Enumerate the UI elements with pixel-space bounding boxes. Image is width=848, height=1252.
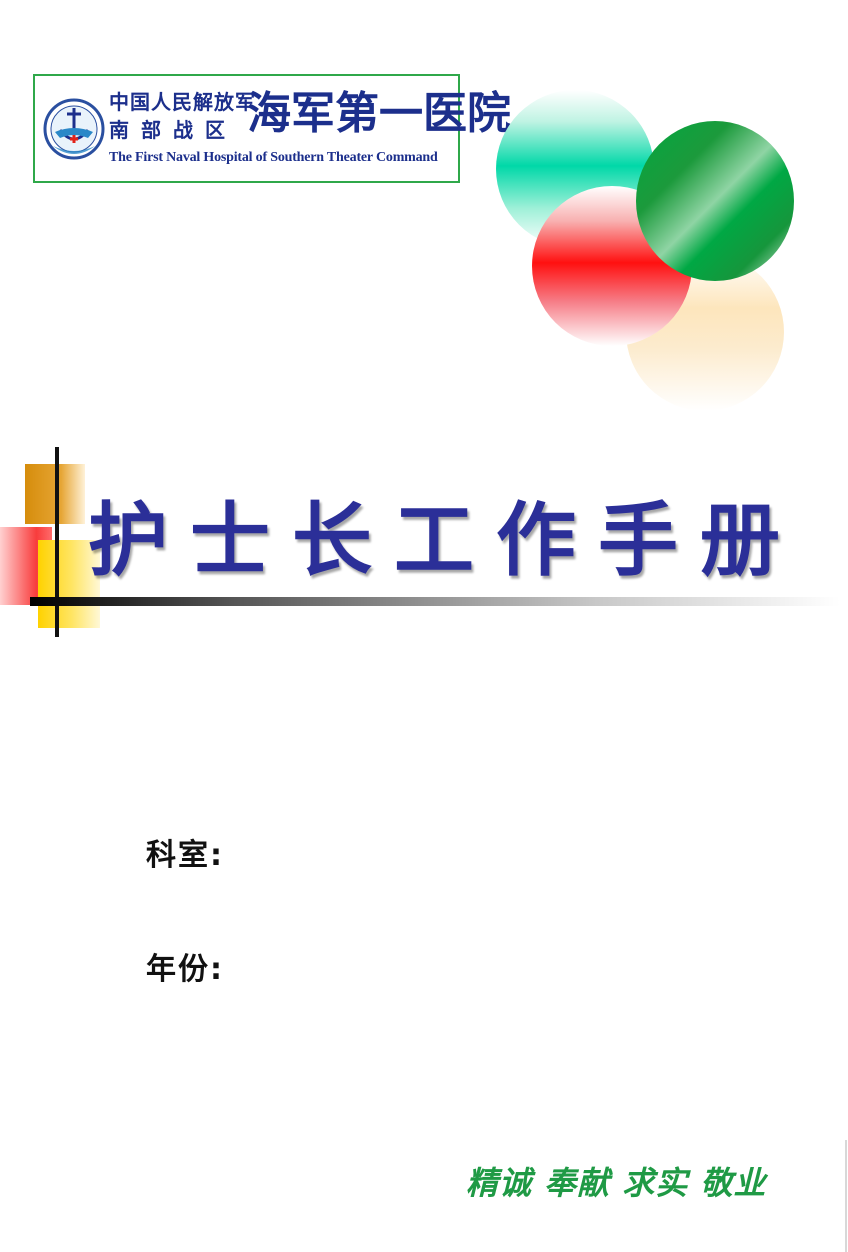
logo-text-line1: 中国人民解放军: [109, 90, 256, 114]
title-underline: [30, 597, 840, 606]
hospital-seal-icon: [43, 98, 105, 160]
page-edge-line: [845, 1140, 847, 1252]
logo-text-line2: 南部战区: [109, 118, 237, 142]
page-title: 护士长工作手册: [88, 493, 802, 587]
hospital-english-name: The First Naval Hospital of Southern The…: [109, 150, 438, 165]
year-label: 年份:: [146, 952, 224, 987]
decorative-green-circle: [636, 121, 794, 281]
decorative-vertical-line: [55, 447, 59, 637]
department-label: 科室:: [146, 838, 224, 873]
hospital-logo: 中国人民解放军 南部战区 海军第一医院 The First Naval Hosp…: [33, 74, 511, 183]
hospital-slogan: 精诚 奉献 求实 敬业: [466, 1164, 767, 1202]
hospital-name: 海军第一医院: [247, 88, 511, 139]
